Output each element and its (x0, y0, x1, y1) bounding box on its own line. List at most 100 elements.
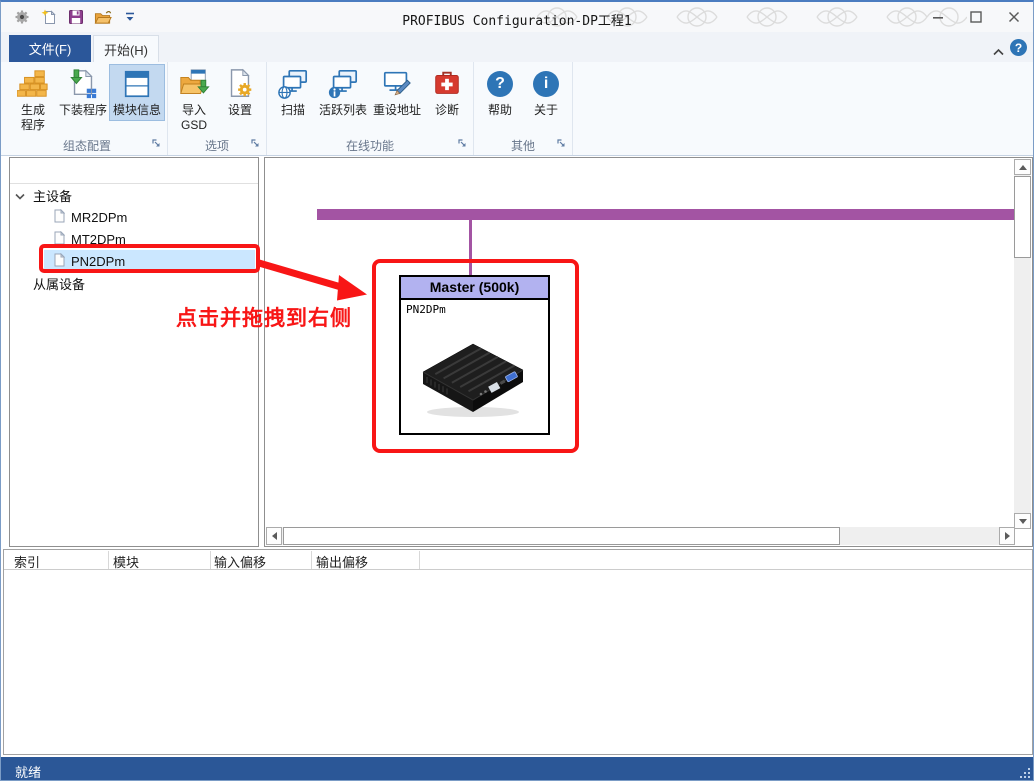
tab-file[interactable]: 文件(F) (9, 35, 91, 62)
master-device-box[interactable]: Master (500k) PN2DPm (399, 275, 550, 435)
active-list-button[interactable]: 活跃列表 (316, 65, 370, 120)
close-icon[interactable] (999, 7, 1029, 27)
horizontal-scroll-thumb[interactable] (283, 527, 840, 545)
column-header-index[interactable]: 索引 (14, 552, 40, 571)
settings-label: 设置 (228, 103, 253, 117)
maximize-icon[interactable] (961, 7, 991, 27)
device-file-icon (54, 208, 66, 226)
bricks-icon (16, 67, 50, 101)
dialog-launcher-icon[interactable] (152, 137, 161, 151)
active-list-label: 活跃列表 (319, 103, 368, 117)
mini-pc-image (422, 343, 524, 417)
column-header-input-offset[interactable]: 输入偏移 (214, 552, 266, 571)
ribbon-group-online: 扫描 活跃列表 重设地址 诊断 在线功能 (267, 62, 475, 155)
dialog-launcher-icon[interactable] (251, 137, 260, 151)
device-file-icon (54, 252, 66, 270)
tree-node-slave-devices[interactable]: 从属设备 (10, 272, 258, 294)
dialog-launcher-icon[interactable] (557, 137, 566, 151)
tree-item-pn2dpm-selected[interactable]: PN2DPm (44, 250, 255, 272)
column-separator (419, 551, 420, 569)
ribbon-help-icon[interactable]: ? (1010, 39, 1027, 56)
diagnose-button[interactable]: 诊断 (424, 65, 470, 120)
settings-page-icon (223, 67, 257, 101)
ribbon-group-options: 导入 GSD 设置 选项 (168, 62, 268, 155)
status-text: 就绪 (15, 765, 42, 780)
tree-header-strip (10, 158, 258, 184)
network-canvas[interactable]: Master (500k) PN2DPm (264, 157, 1033, 547)
group-label-online: 在线功能 (346, 139, 395, 153)
tree-item-mt2dpm[interactable]: MT2DPm (10, 228, 258, 250)
scan-label: 扫描 (281, 103, 306, 117)
master-device-header: Master (500k) (401, 277, 548, 300)
dialog-launcher-icon[interactable] (458, 137, 467, 151)
title-bar: PROFIBUS Configuration-DP工程1 (1, 2, 1033, 32)
import-gsd-button[interactable]: 导入 GSD (171, 65, 217, 135)
ribbon-collapse-icon[interactable] (992, 43, 1005, 61)
group-label-other: 其他 (511, 139, 536, 153)
tree-node-master-devices[interactable]: 主设备 (10, 184, 258, 206)
tree-item-label: MR2DPm (71, 209, 128, 225)
about-label: 关于 (534, 103, 559, 117)
scroll-left-button[interactable] (266, 527, 282, 545)
column-separator (311, 551, 312, 569)
column-header-module[interactable]: 模块 (113, 552, 139, 571)
help-button[interactable]: ? 帮助 (477, 65, 523, 120)
reset-address-label: 重设地址 (373, 103, 422, 117)
bus-drop-line (469, 220, 472, 277)
ribbon-group-other: ? 帮助 i 关于 其他 (474, 62, 574, 155)
vertical-scrollbar[interactable] (1014, 159, 1031, 529)
ribbon-group-config: 生成 程序 下装程序 模块信息 组态配置 (7, 62, 169, 155)
device-file-icon (54, 230, 66, 248)
app-window: PROFIBUS Configuration-DP工程1 文件(F) 开始(H)… (0, 0, 1034, 781)
help-label: 帮助 (488, 103, 513, 117)
download-program-icon (66, 67, 100, 101)
import-gsd-label: 导入 GSD (181, 103, 208, 132)
about-button[interactable]: i 关于 (523, 65, 569, 120)
tree-item-label: MT2DPm (71, 231, 126, 247)
device-tree-panel: 主设备 MR2DPm MT2DPm PN2DPm 从属设备 (9, 157, 259, 547)
group-label-config: 组态配置 (63, 139, 112, 153)
tree-item-mr2dpm[interactable]: MR2DPm (10, 206, 258, 228)
column-separator (210, 551, 211, 569)
scroll-right-button[interactable] (999, 527, 1015, 545)
group-label-options: 选项 (205, 139, 230, 153)
download-program-label: 下装程序 (59, 103, 108, 117)
import-gsd-icon (177, 67, 211, 101)
module-table-header: 索引 模块 输入偏移 输出偏移 (4, 550, 1032, 570)
settings-button[interactable]: 设置 (217, 65, 263, 120)
module-table-panel: 索引 模块 输入偏移 输出偏移 (3, 549, 1033, 755)
ribbon-tab-row: 文件(F) 开始(H) ? (1, 32, 1033, 62)
vertical-scroll-thumb[interactable] (1014, 176, 1031, 258)
module-info-button[interactable]: 模块信息 (109, 64, 166, 121)
master-device-name: PN2DPm (406, 303, 446, 316)
reset-address-button[interactable]: 重设地址 (370, 65, 424, 120)
minimize-icon[interactable] (923, 7, 953, 27)
scroll-up-button[interactable] (1014, 159, 1031, 175)
module-info-label: 模块信息 (113, 103, 162, 117)
scan-icon (276, 67, 310, 101)
scroll-down-button[interactable] (1014, 513, 1031, 529)
window-controls (923, 7, 1029, 27)
generate-program-button[interactable]: 生成 程序 (10, 65, 56, 135)
tree-item-label: PN2DPm (71, 253, 126, 269)
generate-program-label: 生成 程序 (20, 103, 45, 132)
scan-button[interactable]: 扫描 (270, 65, 316, 120)
tab-home[interactable]: 开始(H) (93, 35, 159, 62)
horizontal-scrollbar[interactable] (266, 527, 1015, 545)
profibus-bus-bar[interactable] (317, 209, 1014, 220)
window-title: PROFIBUS Configuration-DP工程1 (402, 14, 632, 29)
resize-grip-icon[interactable] (1018, 766, 1032, 780)
download-program-button[interactable]: 下装程序 (56, 65, 110, 120)
status-bar: 就绪 (1, 757, 1033, 780)
active-list-icon (326, 67, 360, 101)
chevron-down-icon[interactable] (15, 188, 25, 203)
tree-label-master-devices: 主设备 (33, 188, 73, 204)
diagnose-label: 诊断 (435, 103, 460, 117)
about-icon: i (533, 71, 560, 97)
column-header-output-offset[interactable]: 输出偏移 (316, 552, 368, 571)
reset-address-icon (380, 67, 414, 101)
help-glyph: ? (1014, 40, 1023, 55)
module-info-icon (120, 67, 154, 101)
help-icon: ? (487, 71, 514, 97)
diagnose-icon (430, 67, 464, 101)
